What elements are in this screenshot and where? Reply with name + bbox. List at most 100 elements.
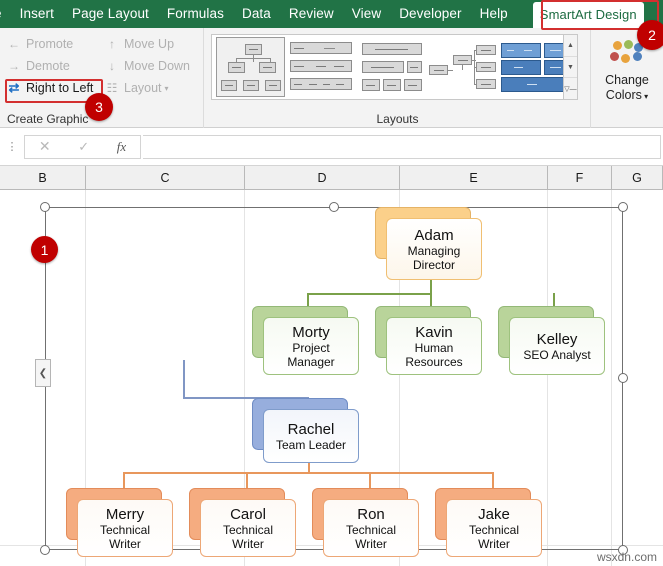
- move-up-button[interactable]: ↑ Move Up: [104, 33, 200, 55]
- node-role-line2: Director: [412, 257, 455, 272]
- node-role-line1: Project: [292, 340, 330, 355]
- layout-button[interactable]: ☷ Layout ▾: [104, 77, 200, 99]
- resize-handle-top-left[interactable]: [40, 202, 50, 212]
- layout-thumb-5[interactable]: [499, 37, 568, 97]
- column-header-b[interactable]: B: [0, 166, 86, 190]
- connector: [307, 293, 432, 295]
- node-role-line2: Resources: [405, 354, 463, 369]
- move-down-label: Move Down: [124, 59, 190, 73]
- node-name: Jake: [478, 505, 510, 523]
- node-carol[interactable]: Carol Technical Writer: [200, 499, 296, 557]
- column-header-g[interactable]: G: [612, 166, 663, 190]
- demote-label: Demote: [26, 59, 70, 73]
- move-up-label: Move Up: [124, 37, 175, 51]
- tab-view[interactable]: View: [343, 0, 390, 28]
- resize-handle-middle-right[interactable]: [618, 373, 628, 383]
- chevron-down-icon: ▾: [641, 92, 649, 101]
- connector: [553, 293, 555, 306]
- layout-thumb-1[interactable]: [216, 37, 285, 97]
- tab-smartart-design-wrap: SmartArt Design: [531, 0, 646, 28]
- node-merry[interactable]: Merry Technical Writer: [77, 499, 173, 557]
- demote-button[interactable]: → Demote: [6, 55, 102, 77]
- connector: [183, 360, 185, 398]
- text-pane-toggle[interactable]: ❮: [35, 359, 51, 387]
- column-header-f[interactable]: F: [548, 166, 612, 190]
- gallery-scroll-up-icon[interactable]: ▲: [564, 35, 577, 57]
- connector: [246, 472, 248, 488]
- column-header-c[interactable]: C: [86, 166, 245, 190]
- create-graphic-col-left: ← Promote → Demote ⇄ Right to Left: [6, 33, 102, 99]
- change-colors-label: Change Colors ▾: [605, 73, 649, 102]
- tab-formulas[interactable]: Formulas: [158, 0, 233, 28]
- tab-home-clipped[interactable]: e: [0, 0, 11, 28]
- node-name: Adam: [414, 226, 454, 244]
- check-icon[interactable]: ✓: [78, 139, 89, 155]
- gallery-more-icon[interactable]: ▽—: [564, 78, 577, 99]
- worksheet-canvas[interactable]: ❮ Adam Managing Director Morty Project M…: [0, 190, 663, 566]
- node-name: Ron: [357, 505, 385, 523]
- layout-thumb-4[interactable]: [428, 37, 498, 97]
- node-name: Morty: [292, 323, 330, 341]
- column-header-d[interactable]: D: [245, 166, 400, 190]
- chevron-down-icon: ▾: [164, 83, 169, 93]
- node-role-line2: Writer: [355, 536, 387, 551]
- column-header-e[interactable]: E: [400, 166, 548, 190]
- tab-insert[interactable]: Insert: [11, 0, 63, 28]
- formula-input[interactable]: [143, 134, 661, 159]
- arrow-up-icon: ↑: [109, 37, 115, 51]
- layouts-gallery[interactable]: [211, 34, 573, 100]
- fx-icon[interactable]: fx: [117, 139, 126, 155]
- column-header-row: B C D E F G: [0, 166, 663, 190]
- node-role-line1: Human: [414, 340, 454, 355]
- node-name: Merry: [105, 505, 145, 523]
- node-role-line1: Technical: [468, 522, 520, 537]
- node-adam[interactable]: Adam Managing Director: [386, 218, 482, 280]
- node-kelley[interactable]: Kelley SEO Analyst: [509, 317, 605, 375]
- resize-handle-top-center[interactable]: [329, 202, 339, 212]
- watermark: wsxdn.com: [596, 550, 657, 564]
- layout-thumb-2[interactable]: [286, 37, 356, 97]
- node-name: Carol: [230, 505, 266, 523]
- node-role-line1: Team Leader: [275, 437, 347, 452]
- node-role-line1: Technical: [222, 522, 274, 537]
- promote-button[interactable]: ← Promote: [6, 33, 102, 55]
- namebox-grip-icon: ⋮: [6, 140, 18, 153]
- arrow-right-icon: →: [8, 59, 20, 73]
- tab-developer[interactable]: Developer: [390, 0, 470, 28]
- right-to-left-button[interactable]: ⇄ Right to Left: [6, 77, 102, 99]
- close-icon[interactable]: ✕: [39, 138, 51, 155]
- node-role-line2: Writer: [109, 536, 141, 551]
- group-label-layouts: Layouts: [376, 112, 419, 126]
- step-badge-3: 3: [85, 93, 113, 121]
- node-name: Kavin: [415, 323, 453, 341]
- node-morty[interactable]: Morty Project Manager: [263, 317, 359, 375]
- node-name: Kelley: [536, 330, 578, 348]
- node-ron[interactable]: Ron Technical Writer: [323, 499, 419, 557]
- node-rachel[interactable]: Rachel Team Leader: [263, 409, 359, 463]
- promote-label: Promote: [26, 37, 74, 51]
- gallery-scroll-down-icon[interactable]: ▼: [564, 57, 577, 79]
- move-down-button[interactable]: ↓ Move Down: [104, 55, 200, 77]
- formula-bar: ⋮ ✕ ✓ fx: [0, 128, 663, 166]
- step-badge-1: 1: [31, 236, 58, 263]
- tab-smartart-design[interactable]: SmartArt Design: [532, 2, 644, 28]
- formula-bar-buttons: ✕ ✓ fx: [24, 134, 141, 159]
- right-to-left-label: Right to Left: [26, 81, 94, 95]
- tab-help[interactable]: Help: [471, 0, 517, 28]
- gallery-scrollbar[interactable]: ▲ ▼ ▽—: [563, 34, 578, 100]
- layout-thumb-3[interactable]: [357, 37, 427, 97]
- group-layouts: ▲ ▼ ▽— Layouts: [205, 28, 591, 128]
- node-role-line2: Writer: [478, 536, 510, 551]
- resize-handle-top-right[interactable]: [618, 202, 628, 212]
- tab-review[interactable]: Review: [280, 0, 343, 28]
- tab-data[interactable]: Data: [233, 0, 280, 28]
- resize-handle-bottom-left[interactable]: [40, 545, 50, 555]
- arrow-left-icon: ←: [8, 37, 20, 51]
- node-name: Rachel: [287, 420, 335, 438]
- node-role-line2: Manager: [287, 354, 335, 369]
- node-jake[interactable]: Jake Technical Writer: [446, 499, 542, 557]
- right-to-left-icon: ⇄: [8, 80, 20, 95]
- layout-icon: ☷: [106, 81, 118, 95]
- tab-page-layout[interactable]: Page Layout: [63, 0, 158, 28]
- node-kavin[interactable]: Kavin Human Resources: [386, 317, 482, 375]
